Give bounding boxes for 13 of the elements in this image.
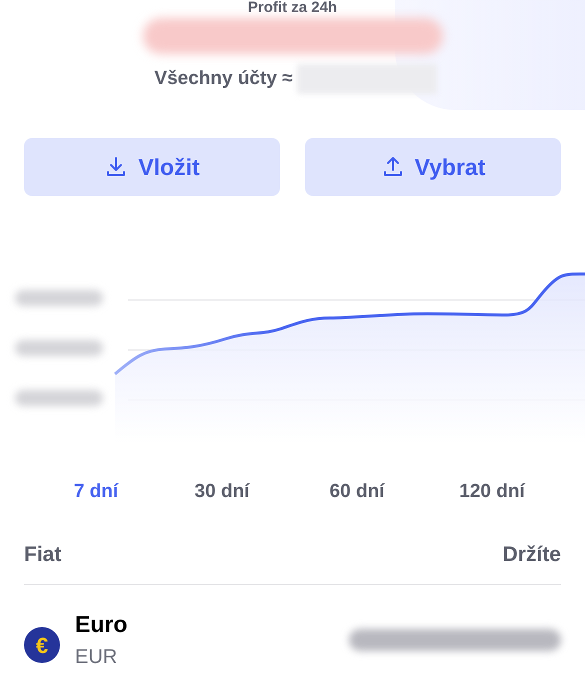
period-tab[interactable]: 30 dní: [194, 478, 250, 506]
currency-name: Euro: [75, 610, 128, 639]
all-accounts-label: Všechny účty ≈: [154, 66, 293, 91]
withdraw-button[interactable]: Vybrat: [305, 138, 561, 196]
period-tab[interactable]: 120 dní: [459, 478, 525, 506]
profit-label: Profit za 24h: [248, 0, 338, 16]
currency-code: EUR: [75, 645, 118, 670]
period-tab[interactable]: 7 dní: [74, 478, 118, 506]
deposit-button[interactable]: Vložit: [24, 138, 280, 196]
column-header: Fiat: [24, 542, 62, 568]
euro-coin-icon: €: [24, 627, 60, 663]
period-tab[interactable]: 60 dní: [330, 478, 384, 506]
column-header: Držíte: [502, 542, 561, 568]
